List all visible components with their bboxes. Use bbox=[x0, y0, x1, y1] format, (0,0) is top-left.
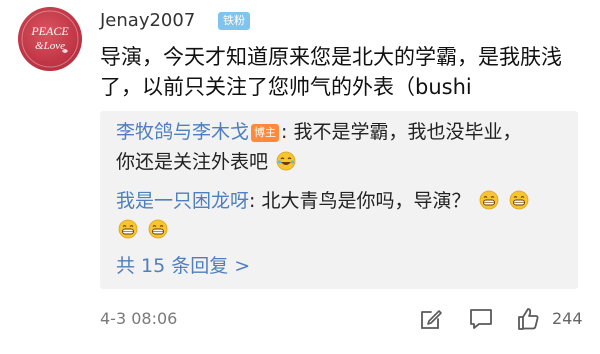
comment-text: 导演，今天才知道原来您是北大的学霸，是我肤浅了，以前只关注了您帅气的外表（bus… bbox=[100, 45, 562, 99]
reply-2-line-1[interactable]: 我是一只困龙呀: 北大青鸟是你吗，导演？ bbox=[116, 186, 566, 216]
reply-1-text-a: : 我不是学霸，我也没毕业， bbox=[281, 121, 522, 143]
grin-emoji-icon bbox=[509, 190, 528, 210]
reply-1-line-2[interactable]: 你还是关注外表吧 bbox=[116, 147, 566, 177]
reply-2-author[interactable]: 我是一只困龙呀 bbox=[116, 190, 249, 212]
grin-emoji-icon bbox=[118, 219, 138, 239]
grin-emoji-icon bbox=[148, 219, 168, 239]
more-replies-link[interactable]: 共 15 条回复 > bbox=[116, 251, 566, 281]
grin-emoji-icon bbox=[479, 190, 498, 210]
fan-badge: 铁粉 bbox=[218, 12, 250, 30]
reply-1-line-1[interactable]: 李牧鸽与李木戈 博主: 我不是学霸，我也没毕业， bbox=[116, 117, 566, 147]
reply-2-text: : 北大青鸟是你吗，导演？ bbox=[249, 190, 471, 212]
blogger-badge: 博主 bbox=[251, 124, 280, 142]
avatar-text-bottom: &Love bbox=[35, 40, 65, 52]
comment-icon[interactable] bbox=[468, 306, 494, 332]
reply-1-text-b: 你还是关注外表吧 bbox=[116, 151, 269, 173]
thumbs-up-icon[interactable] bbox=[516, 306, 542, 332]
reply-2-line-2 bbox=[116, 215, 566, 245]
like-count: 244 bbox=[552, 309, 583, 328]
username[interactable]: Jenay2007 bbox=[100, 10, 195, 32]
reply-1-author[interactable]: 李牧鸽与李木戈 bbox=[116, 121, 249, 143]
avatar[interactable]: PEACE &Love bbox=[18, 7, 82, 71]
timestamp: 4-3 08:06 bbox=[100, 309, 178, 328]
avatar-text-top: PEACE bbox=[30, 24, 69, 38]
laughing-tears-emoji-icon bbox=[276, 151, 296, 171]
edit-icon[interactable] bbox=[418, 306, 444, 332]
reply-box[interactable]: 李牧鸽与李木戈 博主: 我不是学霸，我也没毕业， 你还是关注外表吧 我是一只困龙呀… bbox=[100, 111, 578, 289]
